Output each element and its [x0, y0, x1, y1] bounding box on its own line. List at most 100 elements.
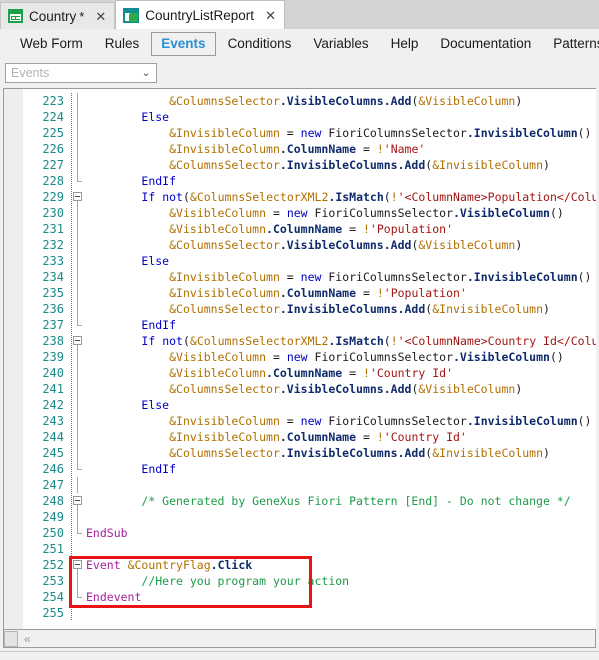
document-tab-strip: Country * ✕ CountryListReport ✕ — [0, 0, 599, 29]
fold-gutter[interactable] — [68, 221, 82, 237]
fold-gutter[interactable] — [68, 445, 82, 461]
fold-gutter[interactable] — [68, 413, 82, 429]
code-line[interactable]: 234 &InvisibleColumn = new FioriColumnsS… — [4, 269, 596, 285]
fold-gutter[interactable] — [68, 205, 82, 221]
code-line[interactable]: 226 &InvisibleColumn.ColumnName = !'Name… — [4, 141, 596, 157]
code-text: EndIf — [141, 318, 177, 332]
fold-gutter[interactable] — [68, 173, 82, 189]
fold-gutter[interactable] — [68, 541, 82, 557]
code-line[interactable]: 239 &VisibleColumn = new FioriColumnsSel… — [4, 349, 596, 365]
fold-gutter[interactable] — [68, 493, 82, 509]
fold-gutter[interactable] — [68, 557, 82, 573]
line-number: 231 — [42, 222, 64, 236]
fold-gutter[interactable] — [68, 253, 82, 269]
close-icon[interactable]: ✕ — [95, 10, 106, 23]
code-line[interactable]: 245 &ColumnsSelector.InvisibleColumns.Ad… — [4, 445, 596, 461]
fold-gutter[interactable] — [68, 285, 82, 301]
code-text: EndIf — [141, 174, 177, 188]
chevron-down-icon[interactable]: ⌄ — [136, 67, 156, 79]
scrollbar-thumb[interactable] — [4, 630, 18, 647]
fold-gutter[interactable] — [68, 317, 82, 333]
code-line[interactable]: 251 — [4, 541, 596, 557]
tab-patterns[interactable]: Patterns — [543, 32, 599, 56]
fold-gutter[interactable] — [68, 237, 82, 253]
code-text: /* Generated by GeneXus Fiori Pattern [E… — [141, 494, 571, 508]
close-icon[interactable]: ✕ — [265, 9, 276, 22]
tab-rules[interactable]: Rules — [95, 32, 150, 56]
scroll-left-icon[interactable]: « — [24, 633, 31, 645]
code-line[interactable]: 229 If not(&ColumnsSelectorXML2.IsMatch(… — [4, 189, 596, 205]
code-line[interactable]: 225 &InvisibleColumn = new FioriColumnsS… — [4, 125, 596, 141]
code-line[interactable]: 244 &InvisibleColumn.ColumnName = !'Coun… — [4, 429, 596, 445]
code-line[interactable]: 240 &VisibleColumn.ColumnName = !'Countr… — [4, 365, 596, 381]
code-line[interactable]: 227 &ColumnsSelector.InvisibleColumns.Ad… — [4, 157, 596, 173]
fold-gutter[interactable] — [68, 125, 82, 141]
fold-gutter[interactable] — [68, 573, 82, 589]
code-line[interactable]: 223 &ColumnsSelector.VisibleColumns.Add(… — [4, 93, 596, 109]
code-line[interactable]: 249 — [4, 509, 596, 525]
fold-gutter[interactable] — [68, 157, 82, 173]
fold-gutter[interactable] — [68, 589, 82, 605]
code-line[interactable]: 243 &InvisibleColumn = new FioriColumnsS… — [4, 413, 596, 429]
code-text: &ColumnsSelector.InvisibleColumns.Add(&I… — [169, 302, 550, 316]
tab-help[interactable]: Help — [381, 32, 429, 56]
line-number: 235 — [42, 286, 64, 300]
code-line[interactable]: 238 If not(&ColumnsSelectorXML2.IsMatch(… — [4, 333, 596, 349]
code-line[interactable]: 241 &ColumnsSelector.VisibleColumns.Add(… — [4, 381, 596, 397]
line-number: 225 — [42, 126, 64, 140]
code-text: Event &CountryFlag.Click — [86, 558, 253, 572]
line-number: 240 — [42, 366, 64, 380]
document-tab-country[interactable]: Country * ✕ — [0, 2, 116, 29]
tab-web-form[interactable]: Web Form — [10, 32, 93, 56]
fold-gutter[interactable] — [68, 365, 82, 381]
fold-gutter[interactable] — [68, 477, 82, 493]
code-line[interactable]: 232 &ColumnsSelector.VisibleColumns.Add(… — [4, 237, 596, 253]
code-text: &InvisibleColumn = new FioriColumnsSelec… — [169, 270, 592, 284]
code-line[interactable]: 255 — [4, 605, 596, 621]
code-line[interactable]: 230 &VisibleColumn = new FioriColumnsSel… — [4, 205, 596, 221]
document-tab-countrylistreport[interactable]: CountryListReport ✕ — [115, 0, 285, 29]
fold-gutter[interactable] — [68, 189, 82, 205]
tab-events[interactable]: Events — [151, 31, 216, 56]
fold-gutter[interactable] — [68, 605, 82, 621]
code-line[interactable]: 242 Else — [4, 397, 596, 413]
tab-conditions[interactable]: Conditions — [218, 32, 302, 56]
code-editor[interactable]: 223 &ColumnsSelector.VisibleColumns.Add(… — [3, 88, 596, 630]
fold-gutter[interactable] — [68, 141, 82, 157]
line-number: 228 — [42, 174, 64, 188]
fold-gutter[interactable] — [68, 509, 82, 525]
horizontal-scrollbar[interactable]: « — [3, 630, 596, 648]
code-text: EndIf — [141, 462, 177, 476]
code-line[interactable]: 235 &InvisibleColumn.ColumnName = !'Popu… — [4, 285, 596, 301]
fold-gutter[interactable] — [68, 429, 82, 445]
code-line[interactable]: 253 //Here you program your action — [4, 573, 596, 589]
fold-gutter[interactable] — [68, 397, 82, 413]
code-line[interactable]: 254 Endevent — [4, 589, 596, 605]
fold-gutter[interactable] — [68, 333, 82, 349]
events-selector-combo[interactable]: Events ⌄ — [5, 63, 157, 83]
tab-variables[interactable]: Variables — [303, 32, 378, 56]
code-line[interactable]: 237 EndIf — [4, 317, 596, 333]
code-line[interactable]: 250 EndSub — [4, 525, 596, 541]
fold-gutter[interactable] — [68, 109, 82, 125]
fold-gutter[interactable] — [68, 461, 82, 477]
unsaved-indicator: * — [79, 8, 85, 24]
code-line[interactable]: 246 EndIf — [4, 461, 596, 477]
code-line[interactable]: 247 — [4, 477, 596, 493]
code-text: Else — [141, 398, 170, 412]
code-line[interactable]: 248 /* Generated by GeneXus Fiori Patter… — [4, 493, 596, 509]
code-line[interactable]: 231 &VisibleColumn.ColumnName = !'Popula… — [4, 221, 596, 237]
fold-gutter[interactable] — [68, 93, 82, 109]
fold-gutter[interactable] — [68, 381, 82, 397]
tab-documentation[interactable]: Documentation — [430, 32, 541, 56]
fold-gutter[interactable] — [68, 301, 82, 317]
code-line[interactable]: 252 Event &CountryFlag.Click — [4, 557, 596, 573]
fold-gutter[interactable] — [68, 269, 82, 285]
line-number: 243 — [42, 414, 64, 428]
fold-gutter[interactable] — [68, 349, 82, 365]
code-line[interactable]: 233 Else — [4, 253, 596, 269]
code-line[interactable]: 224 Else — [4, 109, 596, 125]
fold-gutter[interactable] — [68, 525, 82, 541]
code-line[interactable]: 228 EndIf — [4, 173, 596, 189]
code-line[interactable]: 236 &ColumnsSelector.InvisibleColumns.Ad… — [4, 301, 596, 317]
